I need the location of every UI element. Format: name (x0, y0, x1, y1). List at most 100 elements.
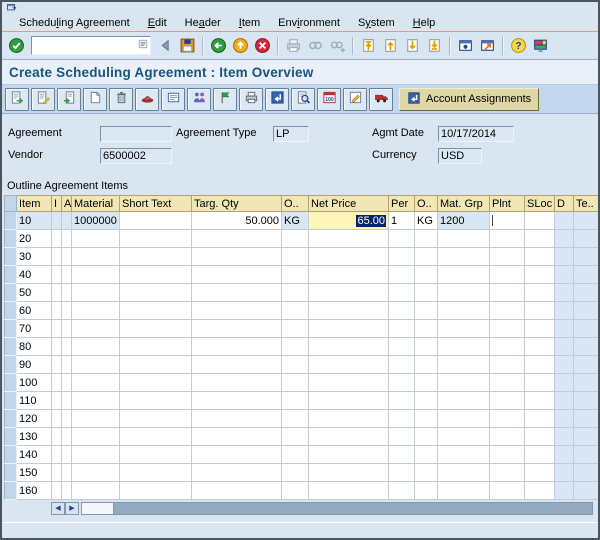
cell-opu[interactable] (415, 410, 438, 428)
cell-te[interactable] (574, 302, 599, 320)
customize-layout-icon[interactable] (530, 35, 551, 56)
cell-a[interactable] (62, 392, 72, 410)
cell-targ_qty[interactable] (192, 230, 282, 248)
cell-targ_qty[interactable] (192, 266, 282, 284)
scroll-right-button[interactable]: ▶ (65, 502, 79, 515)
cell-i[interactable] (52, 446, 62, 464)
cell-short_text[interactable] (120, 248, 192, 266)
cell-opu[interactable] (415, 302, 438, 320)
item-search-button[interactable] (291, 88, 315, 111)
cell-plnt[interactable] (490, 446, 525, 464)
cell-item[interactable]: 120 (17, 410, 52, 428)
column-header-oun[interactable]: O.. (282, 196, 309, 212)
cell-plnt[interactable] (490, 374, 525, 392)
row-selector[interactable] (5, 356, 17, 374)
new-session-icon[interactable] (455, 35, 476, 56)
item-overview-button[interactable] (5, 88, 29, 111)
cell-short_text[interactable] (120, 428, 192, 446)
cell-te[interactable] (574, 338, 599, 356)
cell-item[interactable]: 40 (17, 266, 52, 284)
cell-d[interactable] (555, 338, 574, 356)
cell-short_text[interactable] (120, 320, 192, 338)
cell-net_price[interactable] (309, 338, 389, 356)
cell-per[interactable] (389, 266, 415, 284)
cell-material[interactable] (72, 446, 120, 464)
cell-item[interactable]: 20 (17, 230, 52, 248)
menu-item-edit[interactable]: Edit (139, 17, 176, 29)
cell-d[interactable] (555, 428, 574, 446)
row-selector[interactable] (5, 410, 17, 428)
cell-short_text[interactable] (120, 446, 192, 464)
cell-mat_grp[interactable] (438, 302, 490, 320)
cell-net_price[interactable]: 65.00 (309, 212, 389, 230)
cell-opu[interactable] (415, 248, 438, 266)
cell-material[interactable] (72, 302, 120, 320)
cell-material[interactable] (72, 266, 120, 284)
cell-d[interactable] (555, 464, 574, 482)
cell-per[interactable] (389, 320, 415, 338)
cell-opu[interactable] (415, 464, 438, 482)
last-page-icon[interactable] (424, 35, 445, 56)
column-header-item[interactable]: Item (17, 196, 52, 212)
column-header-opu[interactable]: O.. (415, 196, 438, 212)
cell-net_price[interactable] (309, 374, 389, 392)
account-assignments-button[interactable]: Account Assignments (399, 88, 539, 111)
cell-i[interactable] (52, 230, 62, 248)
cell-sloc[interactable] (525, 284, 555, 302)
cell-i[interactable] (52, 284, 62, 302)
cell-oun[interactable] (282, 266, 309, 284)
previous-page-icon[interactable] (380, 35, 401, 56)
cell-i[interactable] (52, 248, 62, 266)
column-header-d[interactable]: D (555, 196, 574, 212)
cell-material[interactable] (72, 392, 120, 410)
cell-i[interactable] (52, 464, 62, 482)
cell-mat_grp[interactable] (438, 338, 490, 356)
cell-targ_qty[interactable] (192, 284, 282, 302)
cell-plnt[interactable] (490, 392, 525, 410)
cell-i[interactable] (52, 356, 62, 374)
cell-item[interactable]: 30 (17, 248, 52, 266)
row-selector[interactable] (5, 446, 17, 464)
menu-item-scheduling-agreement[interactable]: Scheduling Agreement (10, 17, 139, 29)
cell-i[interactable] (52, 338, 62, 356)
cell-oun[interactable] (282, 374, 309, 392)
cell-net_price[interactable] (309, 320, 389, 338)
cell-te[interactable] (574, 410, 599, 428)
save-icon[interactable] (177, 35, 198, 56)
cell-opu[interactable] (415, 230, 438, 248)
column-header-plnt[interactable]: Plnt (490, 196, 525, 212)
cell-a[interactable] (62, 338, 72, 356)
cell-opu[interactable] (415, 266, 438, 284)
cell-item[interactable]: 60 (17, 302, 52, 320)
column-header-per[interactable]: Per (389, 196, 415, 212)
cell-i[interactable] (52, 392, 62, 410)
cell-a[interactable] (62, 446, 72, 464)
cell-d[interactable] (555, 212, 574, 230)
cell-targ_qty[interactable] (192, 356, 282, 374)
cell-te[interactable] (574, 428, 599, 446)
cell-material[interactable] (72, 428, 120, 446)
cell-mat_grp[interactable] (438, 410, 490, 428)
cell-oun[interactable] (282, 482, 309, 500)
cell-targ_qty[interactable] (192, 374, 282, 392)
cell-material[interactable] (72, 284, 120, 302)
cell-sloc[interactable] (525, 410, 555, 428)
hat-button[interactable] (135, 88, 159, 111)
cell-per[interactable] (389, 338, 415, 356)
cell-mat_grp[interactable] (438, 284, 490, 302)
cell-material[interactable] (72, 356, 120, 374)
cell-mat_grp[interactable] (438, 464, 490, 482)
cell-a[interactable] (62, 410, 72, 428)
cell-a[interactable] (62, 266, 72, 284)
cell-targ_qty[interactable] (192, 338, 282, 356)
cell-targ_qty[interactable] (192, 446, 282, 464)
scroll-left-button[interactable]: ◀ (51, 502, 65, 515)
menu-item-help[interactable]: Help (404, 17, 445, 29)
cell-opu[interactable] (415, 356, 438, 374)
cell-sloc[interactable] (525, 356, 555, 374)
print-preview-button[interactable] (239, 88, 263, 111)
cell-targ_qty[interactable] (192, 482, 282, 500)
cell-net_price[interactable] (309, 302, 389, 320)
cell-d[interactable] (555, 266, 574, 284)
cell-per[interactable] (389, 248, 415, 266)
